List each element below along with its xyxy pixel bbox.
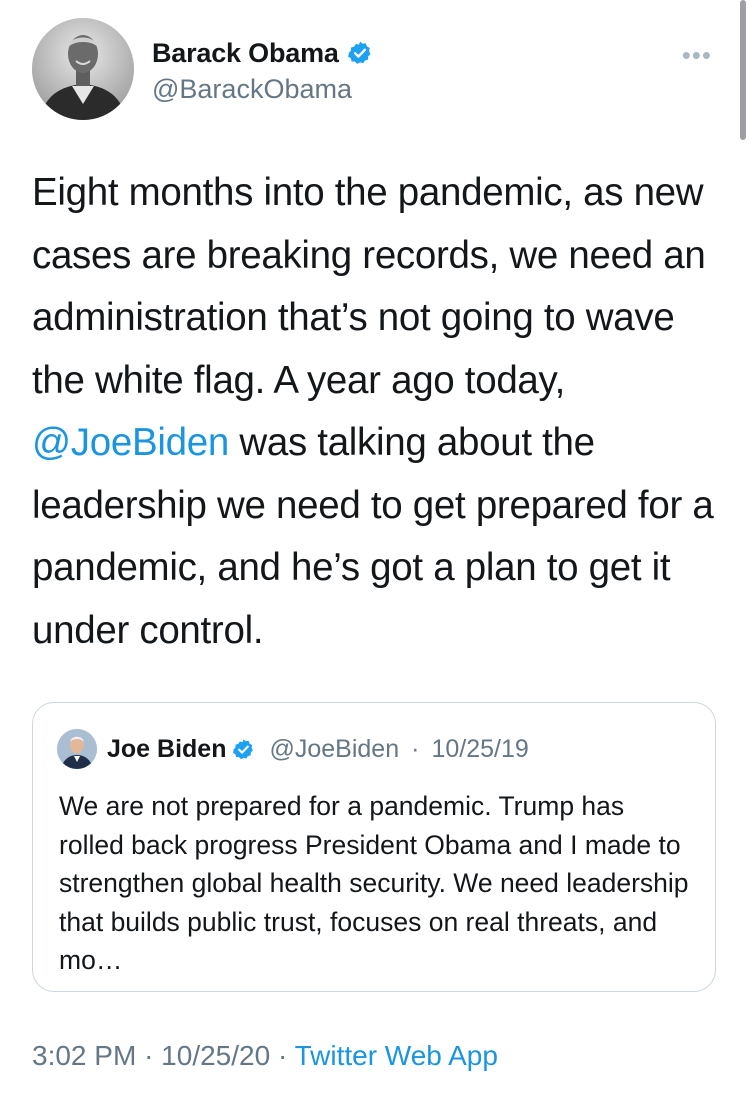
- tweet-time[interactable]: 3:02 PM: [32, 1040, 136, 1071]
- quoted-handle[interactable]: @JoeBiden: [269, 735, 399, 764]
- quoted-avatar[interactable]: [57, 729, 97, 769]
- tweet-footer: 3:02 PM · 10/25/20 · Twitter Web App: [32, 1040, 498, 1072]
- avatar[interactable]: [32, 18, 134, 120]
- quoted-profile-photo-icon: [57, 729, 97, 769]
- mention-link[interactable]: @JoeBiden: [32, 421, 229, 464]
- more-options-icon[interactable]: •••: [682, 40, 712, 71]
- tweet-date[interactable]: 10/25/20: [161, 1040, 270, 1071]
- scrollbar[interactable]: [740, 0, 746, 140]
- quoted-verified-badge-icon: [232, 738, 255, 761]
- tweet-source-link[interactable]: Twitter Web App: [295, 1040, 498, 1071]
- profile-photo-icon: [32, 18, 134, 120]
- quoted-tweet-header: Joe Biden @JoeBiden · 10/25/19: [57, 729, 529, 769]
- quoted-tweet-card[interactable]: Joe Biden @JoeBiden · 10/25/19 We are no…: [32, 702, 716, 992]
- quoted-separator: ·: [411, 734, 420, 763]
- tweet-text-part-1: Eight months into the pandemic, as new c…: [32, 171, 706, 402]
- quoted-display-name[interactable]: Joe Biden: [107, 735, 226, 764]
- author-handle[interactable]: @BarackObama: [152, 74, 373, 105]
- quoted-tweet-text: We are not prepared for a pandemic. Trum…: [59, 791, 689, 975]
- tweet-header: Barack Obama @BarackObama •••: [32, 18, 722, 122]
- verified-badge-icon: [347, 40, 373, 66]
- author-display-name[interactable]: Barack Obama: [152, 38, 339, 69]
- quoted-date[interactable]: 10/25/19: [431, 735, 528, 764]
- footer-separator-1: ·: [144, 1040, 154, 1071]
- author-block: Barack Obama @BarackObama: [152, 36, 373, 105]
- footer-separator-2: ·: [277, 1040, 288, 1071]
- tweet-text: Eight months into the pandemic, as new c…: [32, 162, 722, 662]
- author-name-row: Barack Obama: [152, 36, 373, 70]
